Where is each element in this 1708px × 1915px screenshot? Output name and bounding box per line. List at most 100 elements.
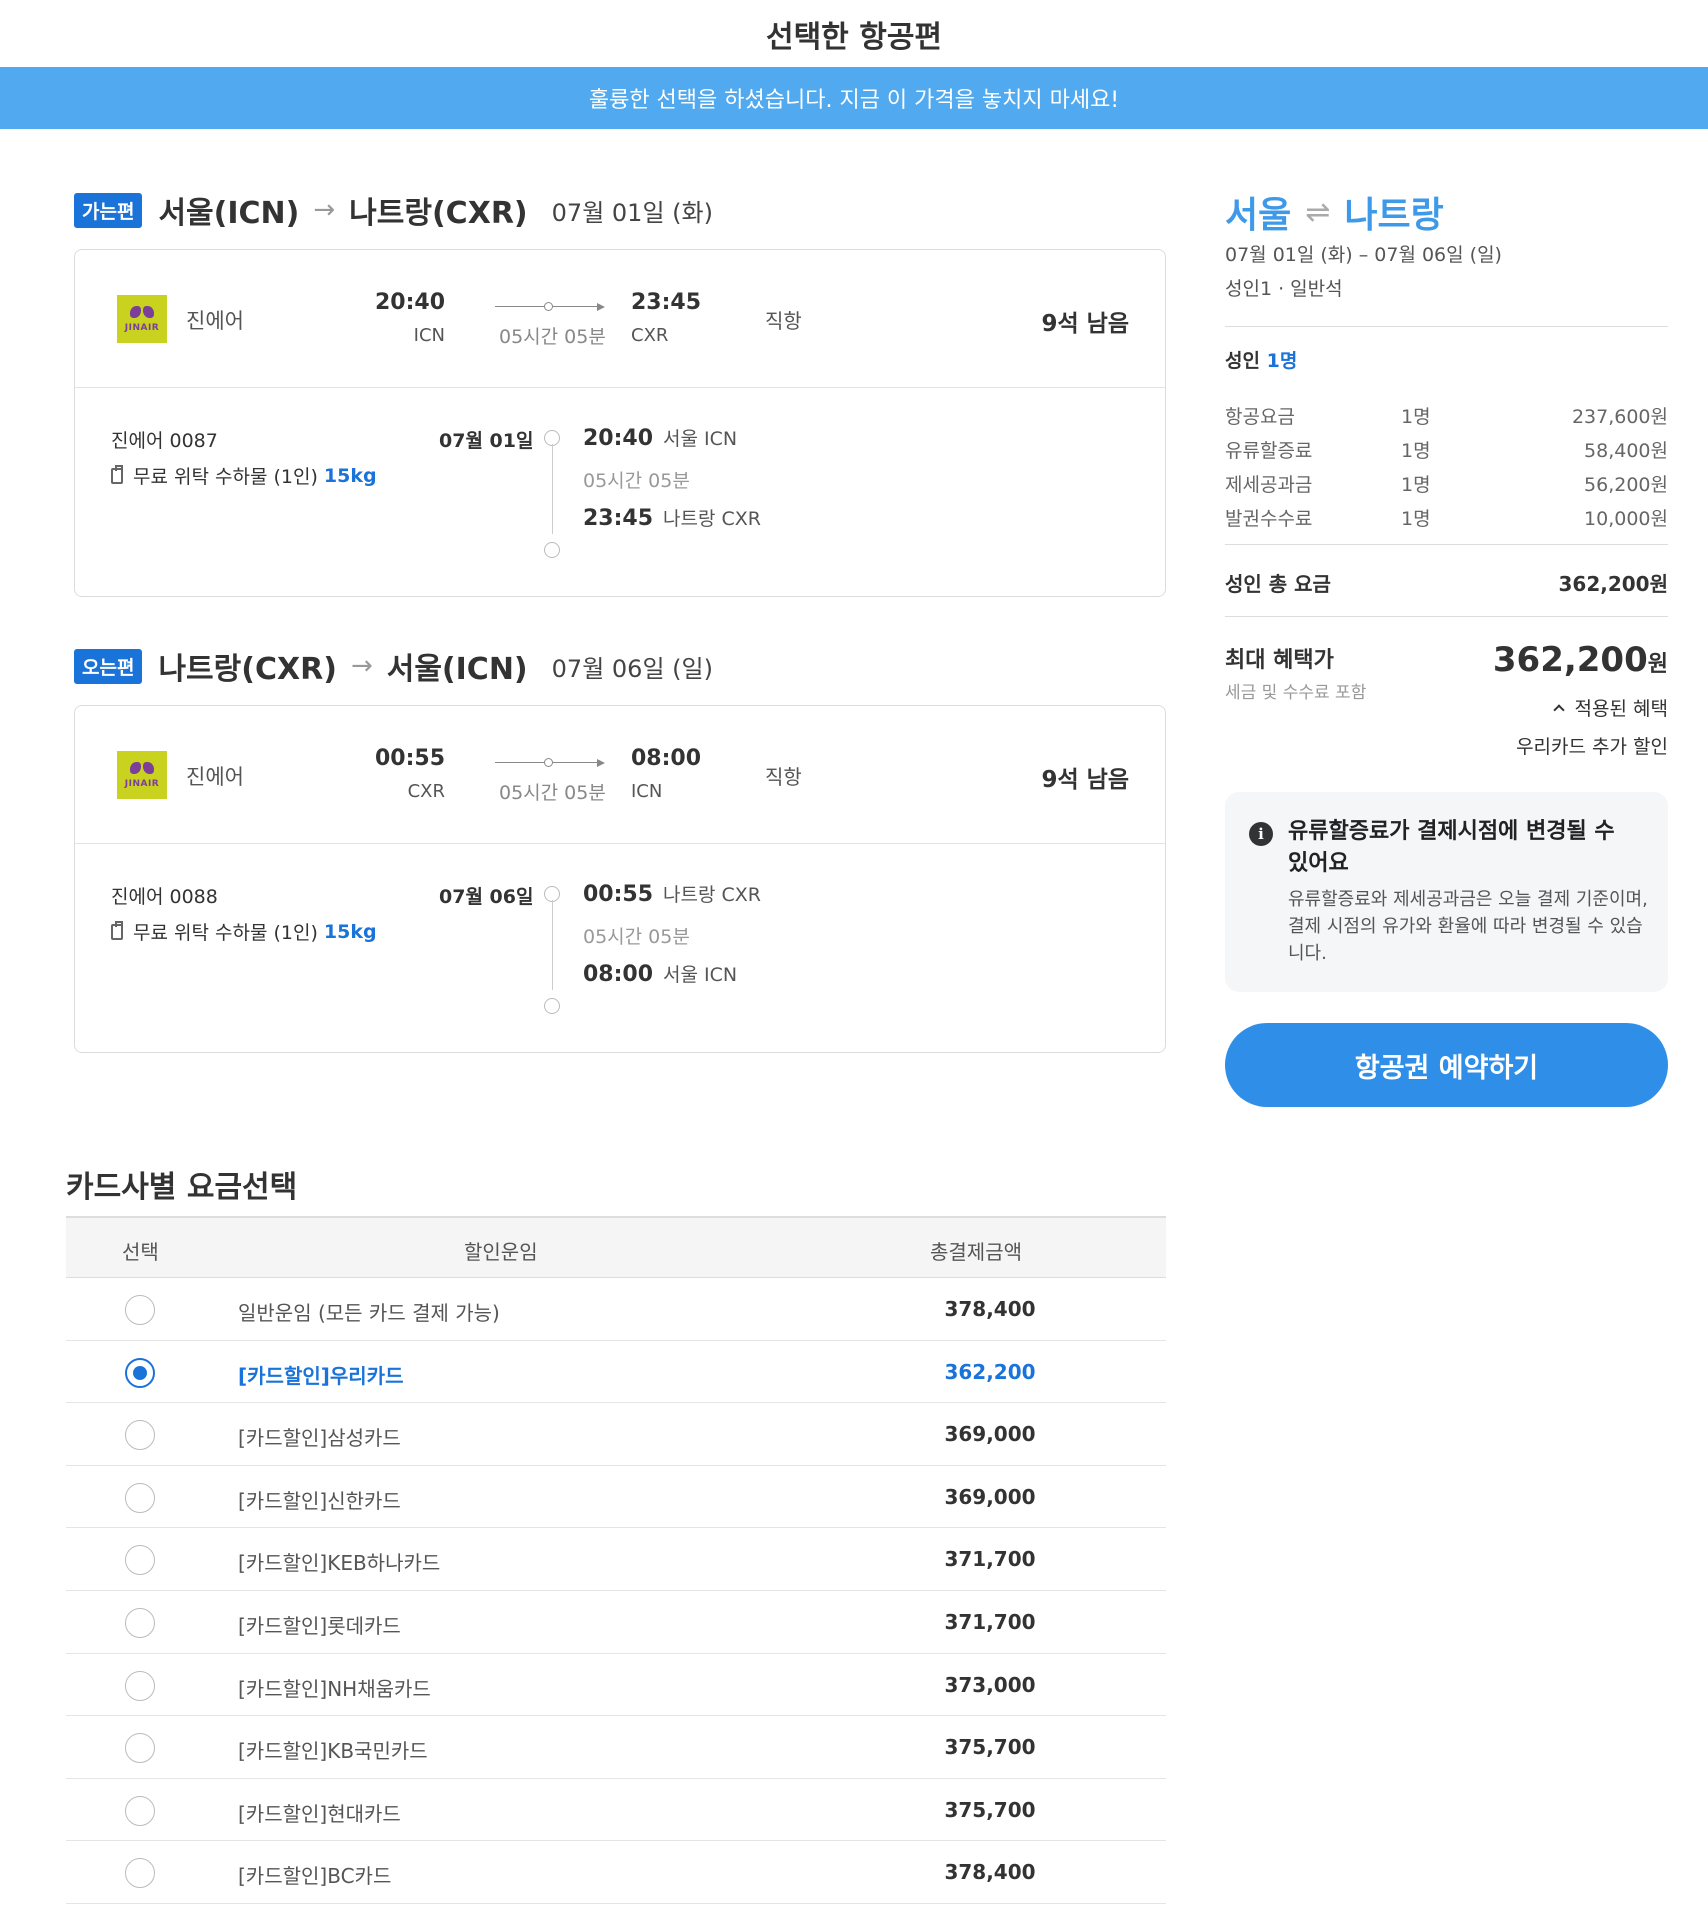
luggage-icon <box>111 920 123 940</box>
summary-dates: 07월 01일 (화) – 07월 06일 (일) <box>1225 244 1502 266</box>
outbound-flight-card[interactable]: JINAIR 진에어 20:40 ICN 05시간 05분 23:45 CXR … <box>74 249 1166 597</box>
segment-arrival: 23:45 나트랑 CXR <box>583 504 761 531</box>
fare-name: [카드할인]우리카드 <box>238 1363 404 1388</box>
baggage-info: 무료 위탁 수하물 (1인) 15kg <box>111 918 377 945</box>
flight-path-icon <box>495 300 605 314</box>
fare-name: [카드할인]현대카드 <box>238 1801 401 1826</box>
outbound-detail: 진에어 0087 무료 위탁 수하물 (1인) 15kg 07월 01일 20:… <box>75 388 1165 596</box>
page-title: 선택한 항공편 <box>765 19 943 55</box>
fare-row[interactable]: [카드할인]KB국민카드 375,700 <box>66 1716 1166 1779</box>
flight-duration: 05시간 05분 <box>499 326 606 348</box>
fare-radio[interactable] <box>125 1357 155 1388</box>
fare-name: [카드할인]NH채움카드 <box>238 1676 431 1701</box>
fare-radio[interactable] <box>125 1733 155 1764</box>
fare-row[interactable]: [카드할인]삼성카드 369,000 <box>66 1403 1166 1466</box>
inbound-flight-card[interactable]: JINAIR 진에어 00:55 CXR 05시간 05분 08:00 ICN … <box>74 705 1166 1053</box>
inbound-route: 나트랑(CXR) → 서울(ICN) <box>158 644 527 688</box>
segment-departure: 20:40 서울 ICN <box>583 424 737 451</box>
direct-label: 직항 <box>765 765 802 789</box>
fare-amount: 378,400 <box>944 1860 1036 1885</box>
fee-count: 1명 <box>1401 440 1431 462</box>
round-trip-icon: ⇌ <box>1305 194 1331 230</box>
timeline-end-icon <box>544 998 560 1014</box>
divider <box>1225 616 1668 617</box>
outbound-to: 나트랑(CXR) <box>349 196 528 231</box>
fare-amount: 369,000 <box>944 1484 1036 1509</box>
fare-radio[interactable] <box>125 1858 155 1889</box>
info-icon: i <box>1249 822 1273 846</box>
fare-radio[interactable] <box>125 1795 155 1826</box>
jinair-logo-icon: JINAIR <box>117 295 167 343</box>
seats-left: 9석 남음 <box>1041 767 1130 793</box>
notice-title: 유류할증료가 결제시점에 변경될 수 있어요 <box>1288 819 1615 876</box>
promo-banner: 훌륭한 선택을 하셨습니다. 지금 이 가격을 놓치지 마세요! <box>0 67 1708 129</box>
segment-duration: 05시간 05분 <box>583 926 690 948</box>
fare-amount: 371,700 <box>944 1609 1036 1634</box>
fare-row[interactable]: [카드할인]BC카드 378,400 <box>66 1841 1166 1904</box>
fare-row[interactable]: [카드할인]롯데카드 371,700 <box>66 1591 1166 1654</box>
fare-row[interactable]: [카드할인]신한카드 369,000 <box>66 1466 1166 1529</box>
segment-arrival: 08:00 서울 ICN <box>583 960 737 987</box>
max-price-value: 362,200 <box>1492 640 1648 680</box>
fare-name: [카드할인]신한카드 <box>238 1488 401 1513</box>
fare-row[interactable]: [카드할인]NH채움카드 373,000 <box>66 1654 1166 1717</box>
fare-section-title: 카드사별 요금선택 <box>66 1170 298 1205</box>
outbound-date: 07월 01일 (화) <box>551 198 713 227</box>
segment-departure-place: 서울 ICN <box>663 428 738 450</box>
arrival: 08:00 ICN <box>631 746 721 802</box>
flight-number: 진에어 0088 <box>111 886 218 908</box>
fare-radio[interactable] <box>125 1482 155 1513</box>
fee-name: 발권수수료 <box>1225 508 1313 530</box>
fare-radio[interactable] <box>125 1545 155 1576</box>
outbound-tag: 가는편 <box>74 192 143 228</box>
fee-row: 발권수수료 1명 10,000원 <box>1225 504 1668 532</box>
book-ticket-button[interactable]: 항공권 예약하기 <box>1225 1023 1668 1107</box>
departure-time: 00:55 <box>375 746 446 771</box>
segment-date: 07월 06일 <box>439 886 534 908</box>
segment-departure-time: 20:40 <box>583 426 654 451</box>
departure: 00:55 CXR <box>375 746 445 802</box>
fare-amount: 378,400 <box>944 1297 1036 1321</box>
summary-route: 서울 ⇌ 나트랑 <box>1225 186 1444 238</box>
fare-radio[interactable] <box>125 1295 155 1325</box>
timeline-line <box>552 900 553 990</box>
fee-amount: 237,600원 <box>1571 406 1668 428</box>
jinair-logo-icon: JINAIR <box>117 751 167 799</box>
baggage-label: 무료 위탁 수하물 (1인) <box>133 466 318 488</box>
segment-arrival-time: 23:45 <box>583 506 654 531</box>
fare-row[interactable]: [카드할인]우리카드 362,200 <box>66 1341 1166 1404</box>
fare-amount: 373,000 <box>944 1672 1036 1697</box>
notice-body: 유류할증료와 제세공과금은 오늘 결제 기준이며, 결제 시점의 유가와 환율에… <box>1288 889 1648 964</box>
fee-count: 1명 <box>1401 406 1431 428</box>
total-value: 362,200원 <box>1558 572 1669 596</box>
baggage-info: 무료 위탁 수하물 (1인) 15kg <box>111 462 377 489</box>
inbound-summary: JINAIR 진에어 00:55 CXR 05시간 05분 08:00 ICN … <box>75 706 1165 844</box>
fare-radio[interactable] <box>125 1670 155 1701</box>
adult-header: 성인 1명 <box>1225 346 1297 373</box>
applied-benefit-toggle[interactable]: 적용된 혜택 <box>1552 694 1668 721</box>
fare-row[interactable]: [카드할인]현대카드 375,700 <box>66 1779 1166 1842</box>
flight-path-icon <box>495 756 605 770</box>
divider <box>1225 326 1668 327</box>
departure-time: 20:40 <box>375 290 446 315</box>
fare-radio[interactable] <box>125 1607 155 1638</box>
applied-benefit-item: 우리카드 추가 할인 <box>1516 736 1668 758</box>
fare-row[interactable]: 일반운임 (모든 카드 결제 가능) 378,400 <box>66 1278 1166 1341</box>
fare-name: 일반운임 (모든 카드 결제 가능) <box>238 1301 500 1325</box>
arrival: 23:45 CXR <box>631 290 721 346</box>
flight-number: 진에어 0087 <box>111 430 218 452</box>
fare-row[interactable]: [카드할인]KEB하나카드 371,700 <box>66 1528 1166 1591</box>
fare-amount: 375,700 <box>944 1735 1036 1760</box>
baggage-weight: 15kg <box>323 464 377 487</box>
fare-amount: 375,700 <box>944 1797 1036 1822</box>
max-price-unit: 원 <box>1647 652 1668 677</box>
seats-left: 9석 남음 <box>1041 311 1130 337</box>
fare-radio[interactable] <box>125 1420 155 1451</box>
summary-to: 나트랑 <box>1344 195 1444 236</box>
col-total: 총결제금액 <box>930 1240 1022 1264</box>
arrow-right-icon: → <box>313 195 336 225</box>
fee-name: 제세공과금 <box>1225 474 1313 496</box>
fuel-notice: i 유류할증료가 결제시점에 변경될 수 있어요 유류할증료와 제세공과금은 오… <box>1225 792 1668 992</box>
max-benefit-sub: 세금 및 수수료 포함 <box>1225 683 1367 703</box>
applied-benefit-label: 적용된 혜택 <box>1574 698 1668 720</box>
